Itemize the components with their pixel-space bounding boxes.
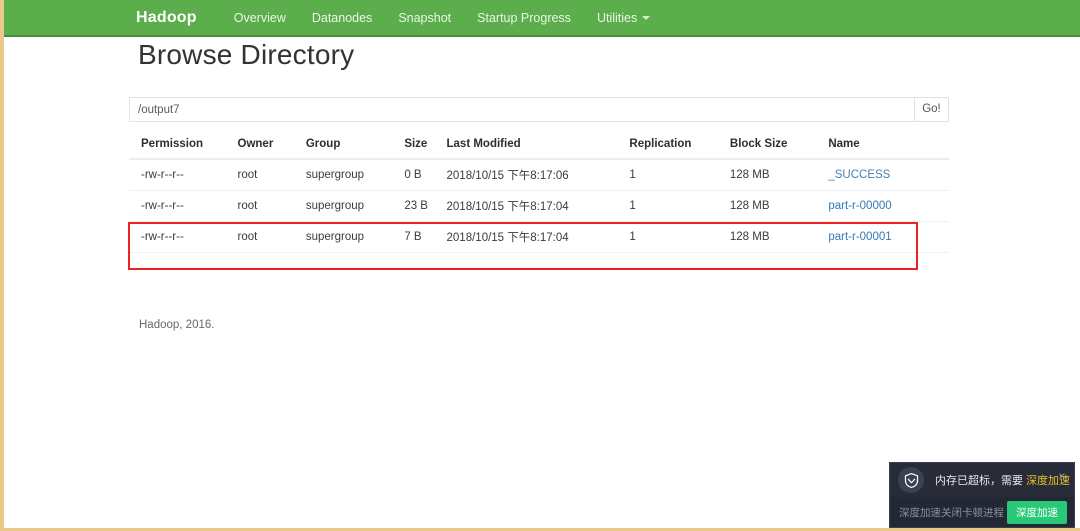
file-link-part-r-00001[interactable]: part-r-00001: [828, 231, 891, 243]
cell-replication: 1: [629, 190, 730, 222]
cell-name: _SUCCESS: [828, 159, 949, 191]
shield-icon: [898, 467, 924, 493]
cell-permission: -rw-r--r--: [141, 169, 184, 181]
cell-last-modified: 2018/10/15 下午8:17:04: [446, 221, 630, 253]
nav-item-snapshot[interactable]: Snapshot: [385, 11, 464, 25]
close-icon[interactable]: ×: [1056, 470, 1068, 482]
cell-last-modified: 2018/10/15 下午8:17:06: [446, 170, 569, 182]
browser-left-edge: [0, 0, 4, 531]
popup-header: 内存已超标，需要 深度加速 ×: [890, 463, 1074, 497]
cell-permission: -rw-r--r--: [129, 190, 238, 222]
directory-path-bar: Go!: [129, 97, 949, 122]
table-body: -rw-r--r-- root supergroup 0 B 2018/10/1…: [129, 159, 949, 253]
cell-group: supergroup: [305, 190, 405, 222]
popup-subtitle: 深度加速关闭卡顿进程: [899, 507, 1004, 519]
column-header-owner[interactable]: Owner: [237, 133, 306, 160]
table-header-row: Permission Owner Group Size Last Modifie…: [129, 133, 949, 160]
table-row[interactable]: -rw-r--r-- root supergroup 23 B 2018/10/…: [129, 190, 949, 222]
cell-replication: 1: [629, 169, 636, 181]
go-button[interactable]: Go!: [914, 97, 949, 122]
cell-name: part-r-00001: [828, 221, 949, 253]
cell-size: 0 B: [404, 169, 422, 181]
file-listing-table: Permission Owner Group Size Last Modifie…: [129, 133, 949, 253]
nav-item-utilities-label: Utilities: [596, 10, 638, 25]
column-header-permission[interactable]: Permission: [129, 133, 238, 160]
system-accelerate-popup: 内存已超标，需要 深度加速 × 深度加速关闭卡顿进程 深度加速: [889, 462, 1075, 528]
cell-group: supergroup: [305, 169, 365, 181]
footer-copyright: Hadoop, 2016.: [139, 319, 215, 331]
page-root: Hadoop Overview Datanodes Snapshot Start…: [0, 0, 1080, 531]
page-title: Browse Directory: [138, 39, 355, 70]
nav-item-startup-progress[interactable]: Startup Progress: [464, 11, 584, 25]
file-link-part-r-00000[interactable]: part-r-00000: [828, 200, 891, 212]
cell-permission: -rw-r--r--: [129, 221, 238, 253]
table-row[interactable]: -rw-r--r-- root supergroup 7 B 2018/10/1…: [129, 221, 949, 253]
cell-block-size: 128 MB: [729, 221, 829, 253]
cell-block-size: 128 MB: [729, 190, 829, 222]
cell-group: supergroup: [305, 221, 405, 253]
nav-item-overview[interactable]: Overview: [221, 11, 299, 25]
chevron-down-icon: [642, 15, 651, 20]
file-listing-table-wrapper: Permission Owner Group Size Last Modifie…: [129, 133, 949, 253]
cell-size: 7 B: [404, 221, 447, 253]
nav-item-utilities[interactable]: Utilities: [584, 11, 663, 25]
table-row[interactable]: -rw-r--r-- root supergroup 0 B 2018/10/1…: [129, 159, 949, 191]
navbar-brand-hadoop[interactable]: Hadoop: [136, 9, 197, 27]
column-header-name[interactable]: Name: [828, 133, 949, 160]
cell-owner: root: [237, 169, 258, 181]
cell-size: 23 B: [404, 190, 447, 222]
popup-footer: 深度加速关闭卡顿进程 深度加速: [890, 497, 1074, 527]
top-navbar: Hadoop Overview Datanodes Snapshot Start…: [0, 0, 1080, 37]
column-header-last-modified[interactable]: Last Modified: [446, 133, 630, 160]
cell-replication: 1: [629, 221, 730, 253]
directory-path-input[interactable]: [129, 97, 914, 122]
popup-message-prefix: 内存已超标，需要: [935, 475, 1027, 487]
cell-block-size: 128 MB: [729, 169, 770, 181]
column-header-replication[interactable]: Replication: [629, 133, 730, 160]
column-header-block-size[interactable]: Block Size: [729, 133, 829, 160]
accelerate-button[interactable]: 深度加速: [1007, 501, 1067, 524]
file-link-success[interactable]: _SUCCESS: [828, 169, 890, 181]
popup-message: 内存已超标，需要 深度加速: [935, 472, 1070, 488]
cell-last-modified: 2018/10/15 下午8:17:04: [446, 190, 630, 222]
cell-owner: root: [237, 190, 306, 222]
navbar-inner: Hadoop Overview Datanodes Snapshot Start…: [136, 0, 663, 35]
cell-name: part-r-00000: [828, 190, 949, 222]
table-head: Permission Owner Group Size Last Modifie…: [129, 133, 949, 160]
column-header-size[interactable]: Size: [404, 133, 447, 160]
cell-owner: root: [237, 221, 306, 253]
column-header-group[interactable]: Group: [305, 133, 405, 160]
nav-item-datanodes[interactable]: Datanodes: [299, 11, 385, 25]
